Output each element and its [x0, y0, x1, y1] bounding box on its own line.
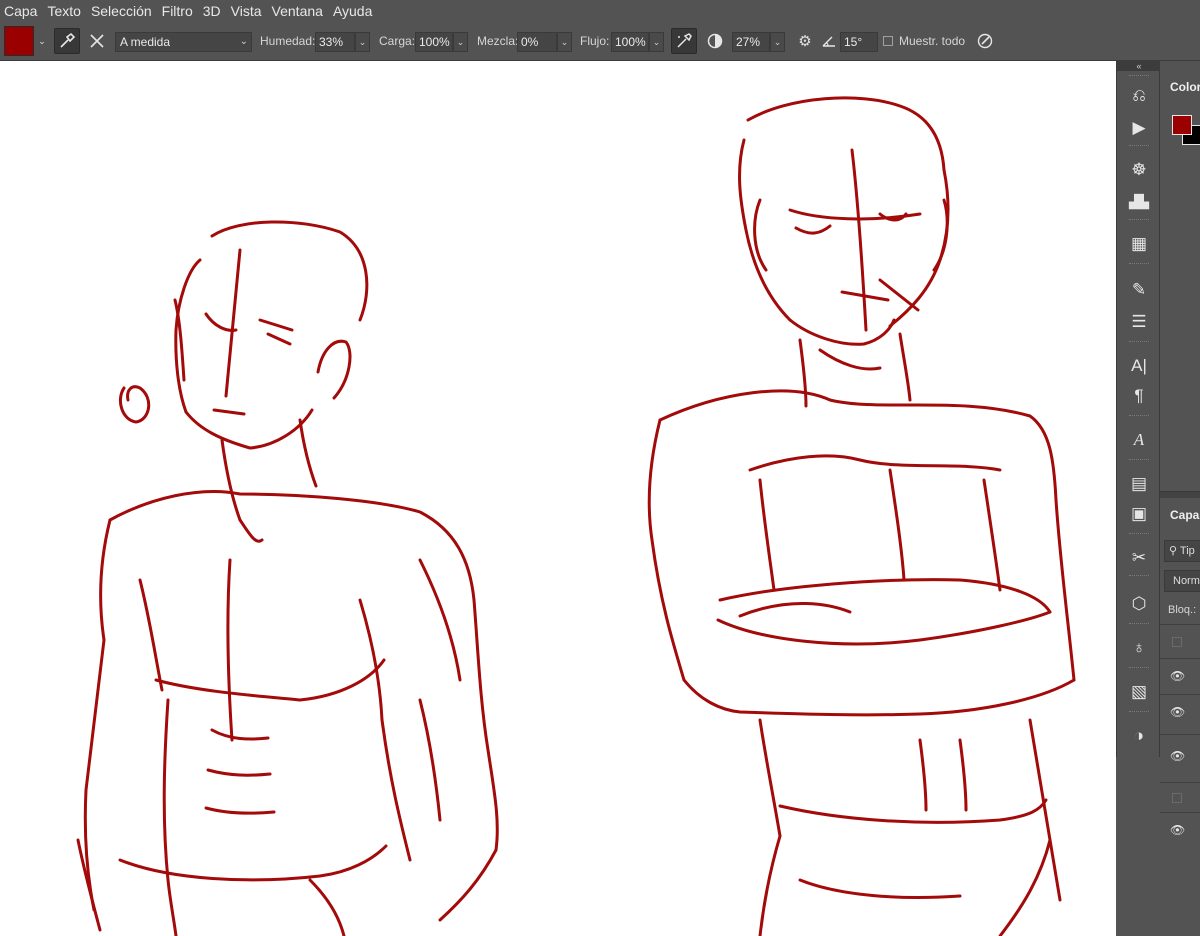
- panel-grip: [1129, 263, 1149, 266]
- menu-vista[interactable]: Vista: [227, 3, 268, 19]
- navigator-icon[interactable]: ☸: [1127, 159, 1151, 181]
- panel-grip: [1129, 75, 1149, 78]
- smoothing-field[interactable]: 27%: [732, 32, 770, 52]
- layer-visibility-box[interactable]: [1172, 793, 1182, 803]
- panel-grip: [1129, 667, 1149, 670]
- carga-field[interactable]: 100%: [415, 32, 453, 52]
- layer-visibility-box[interactable]: [1172, 637, 1182, 647]
- adjustments-icon[interactable]: ☰: [1127, 311, 1151, 333]
- menu-capa[interactable]: Capa: [0, 3, 43, 19]
- panel-grip: [1129, 623, 1149, 626]
- gear-icon[interactable]: ⚙: [792, 28, 818, 54]
- brush-color-swatch[interactable]: [4, 26, 34, 56]
- tools-icon[interactable]: ✂: [1127, 547, 1151, 569]
- carga-label: Carga:: [379, 34, 416, 48]
- humedad-dropdown-icon[interactable]: ⌄: [355, 32, 370, 52]
- layer-row[interactable]: 👁: [1160, 658, 1200, 695]
- panel-grip: [1129, 341, 1149, 344]
- right-panel-dock: Color Capas ⚲ Tip Norm Bloq.: 👁 👁 👁 👁: [1160, 61, 1200, 936]
- smoothing-icon[interactable]: [702, 28, 728, 54]
- preset-value: A medida: [120, 35, 171, 49]
- preset-dropdown[interactable]: A medida ⌄: [115, 32, 252, 52]
- menu-filtro[interactable]: Filtro: [158, 3, 199, 19]
- carga-dropdown-icon[interactable]: ⌄: [453, 32, 468, 52]
- eye-icon[interactable]: 👁: [1170, 749, 1185, 763]
- layer-row[interactable]: 👁: [1160, 694, 1200, 735]
- menu-3d[interactable]: 3D: [199, 3, 227, 19]
- layer-row[interactable]: 👁: [1160, 734, 1200, 783]
- layer-row[interactable]: [1160, 782, 1200, 813]
- layers-panel-title[interactable]: Capas: [1170, 508, 1200, 522]
- search-icon: ⚲: [1169, 545, 1180, 557]
- eye-icon[interactable]: 👁: [1170, 705, 1185, 719]
- clean-brush-icon[interactable]: [84, 28, 110, 54]
- mezcla-label: Mezcla:: [477, 34, 519, 48]
- panel-grip: [1129, 533, 1149, 536]
- layer-row[interactable]: 👁: [1160, 812, 1200, 847]
- panel-grip: [1129, 145, 1149, 148]
- play-actions-icon[interactable]: ▶: [1127, 117, 1151, 139]
- 3d-icon[interactable]: ⬡: [1127, 593, 1151, 615]
- document-canvas[interactable]: [0, 61, 1116, 936]
- lock-label: Bloq.:: [1168, 604, 1197, 616]
- pressure-size-icon[interactable]: [972, 28, 998, 54]
- glyphs-icon[interactable]: A: [1127, 429, 1151, 451]
- mezcla-dropdown-icon[interactable]: ⌄: [557, 32, 572, 52]
- panel-grip: [1129, 219, 1149, 222]
- flujo-field[interactable]: 100%: [611, 32, 649, 52]
- panel-icon-strip: « ⎌ ▶ ☸ ▟▙ ▦ ✎ ☰ A| ¶ A ▤ ▣ ✂ ⬡ ♁ ▧ ◑: [1116, 61, 1161, 757]
- layers-panel: Capas ⚲ Tip Norm Bloq.: 👁 👁 👁 👁: [1160, 498, 1200, 936]
- brush-settings-icon[interactable]: ✎: [1127, 279, 1151, 301]
- histogram-icon[interactable]: ▟▙: [1127, 191, 1151, 213]
- chevron-down-icon: ⌄: [239, 36, 248, 47]
- load-brush-icon[interactable]: [54, 28, 80, 54]
- menu-texto[interactable]: Texto: [43, 3, 86, 19]
- swatch-dropdown-icon[interactable]: ⌄: [36, 28, 48, 54]
- humedad-label: Humedad:: [260, 34, 316, 48]
- sketch-artwork: [76, 96, 1076, 936]
- paragraph-icon[interactable]: ¶: [1127, 385, 1151, 407]
- collapse-panels-icon[interactable]: «: [1117, 61, 1161, 71]
- foreground-color-swatch[interactable]: [1172, 115, 1192, 135]
- history-icon[interactable]: ⎌: [1127, 85, 1151, 107]
- panel-grip: [1129, 711, 1149, 714]
- color-panel-title[interactable]: Color: [1170, 80, 1200, 94]
- sample-all-checkbox[interactable]: [883, 36, 893, 46]
- eye-icon[interactable]: 👁: [1170, 669, 1185, 683]
- eye-icon[interactable]: 👁: [1170, 823, 1185, 837]
- humedad-field[interactable]: 33%: [315, 32, 355, 52]
- options-bar: ⌄ A medida ⌄ Humedad: 33% ⌄ Carga: 100% ⌄…: [0, 22, 1200, 61]
- panel-grip: [1129, 575, 1149, 578]
- mezcla-field[interactable]: 0%: [517, 32, 557, 52]
- layer-row[interactable]: [1160, 624, 1200, 659]
- flujo-label: Flujo:: [580, 34, 610, 48]
- layer-filter-text: Tip: [1179, 545, 1195, 557]
- angle-field[interactable]: 15°: [840, 32, 878, 52]
- character-icon[interactable]: A|: [1127, 355, 1151, 377]
- menu-bar: Capa Texto Selección Filtro 3D Vista Ven…: [0, 0, 1200, 23]
- smoothing-dropdown-icon[interactable]: ⌄: [770, 32, 785, 52]
- panel-grip: [1129, 415, 1149, 418]
- panel-grip: [1129, 459, 1149, 462]
- notes-icon[interactable]: ▤: [1127, 473, 1151, 495]
- libraries-icon[interactable]: ▧: [1127, 681, 1151, 703]
- info-icon[interactable]: ▣: [1127, 503, 1151, 525]
- adjustment-layer-icon[interactable]: ◑: [1127, 725, 1151, 747]
- properties-icon[interactable]: ▦: [1127, 233, 1151, 255]
- learn-icon[interactable]: ♁: [1127, 637, 1151, 659]
- color-panel: Color: [1160, 61, 1200, 492]
- sample-all-label: Muestr. todo: [899, 34, 966, 48]
- airbrush-icon[interactable]: [671, 28, 697, 54]
- flujo-dropdown-icon[interactable]: ⌄: [649, 32, 664, 52]
- menu-ayuda[interactable]: Ayuda: [329, 3, 378, 19]
- blend-mode-dropdown[interactable]: Norm: [1164, 570, 1200, 592]
- angle-icon[interactable]: [816, 28, 842, 54]
- layer-filter-field[interactable]: ⚲ Tip: [1164, 540, 1200, 562]
- menu-ventana[interactable]: Ventana: [268, 3, 329, 19]
- menu-seleccion[interactable]: Selección: [87, 3, 158, 19]
